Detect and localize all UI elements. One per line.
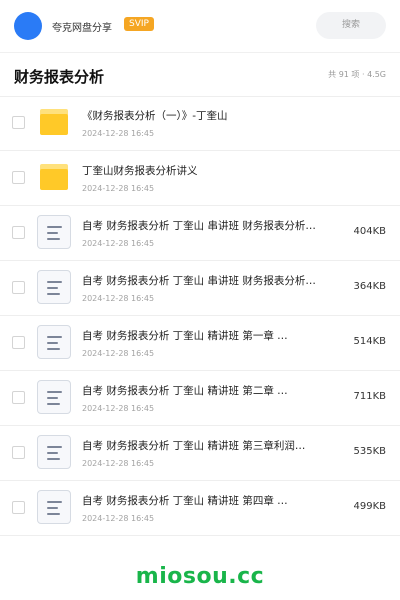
file-name: 自考 财务报表分析 丁奎山 精讲班 第三章利润… <box>82 440 306 452</box>
folder-icon <box>40 109 68 135</box>
list-item[interactable]: 自考 财务报表分析 丁奎山 精讲班 第四章 … 2024-12-28 16:45… <box>0 481 400 536</box>
folder-header: 财务报表分析 共 91 项 · 4.5G <box>0 52 400 97</box>
document-icon <box>37 215 71 249</box>
page: 夸克网盘分享 SVIP 搜索 财务报表分析 共 91 项 · 4.5G 《财务报… <box>0 0 400 600</box>
file-date: 2024-12-28 16:45 <box>82 349 155 358</box>
file-size: 499KB <box>353 501 386 512</box>
search-input[interactable]: 搜索 <box>316 12 386 39</box>
folder-icon <box>40 164 68 190</box>
document-icon <box>37 270 71 304</box>
file-size: 404KB <box>353 226 386 237</box>
avatar[interactable] <box>14 12 42 40</box>
file-size: 514KB <box>353 336 386 347</box>
list-item[interactable]: 自考 财务报表分析 丁奎山 精讲班 第三章利润… 2024-12-28 16:4… <box>0 426 400 481</box>
top-bar: 夸克网盘分享 SVIP 搜索 <box>0 0 400 53</box>
document-icon <box>37 325 71 359</box>
list-item[interactable]: 《财务报表分析（一）》-丁奎山 2024-12-28 16:45 <box>0 96 400 151</box>
page-title: 财务报表分析 <box>14 68 105 86</box>
list-item[interactable]: 丁奎山财务报表分析讲义 2024-12-28 16:45 <box>0 151 400 206</box>
file-size: 711KB <box>353 391 386 402</box>
watermark: miosou.cc <box>135 564 265 589</box>
file-name: 自考 财务报表分析 丁奎山 精讲班 第二章 … <box>82 385 288 397</box>
file-date: 2024-12-28 16:45 <box>82 129 155 138</box>
list-item[interactable]: 自考 财务报表分析 丁奎山 串讲班 财务报表分析… 2024-12-28 16:… <box>0 261 400 316</box>
file-name: 自考 财务报表分析 丁奎山 串讲班 财务报表分析… <box>82 220 316 232</box>
list-item[interactable]: 自考 财务报表分析 丁奎山 串讲班 财务报表分析… 2024-12-28 16:… <box>0 206 400 261</box>
file-name: 自考 财务报表分析 丁奎山 精讲班 第一章 … <box>82 330 288 342</box>
file-date: 2024-12-28 16:45 <box>82 294 155 303</box>
select-checkbox[interactable] <box>12 171 25 184</box>
document-icon <box>37 435 71 469</box>
select-checkbox[interactable] <box>12 226 25 239</box>
file-date: 2024-12-28 16:45 <box>82 239 155 248</box>
file-name: 自考 财务报表分析 丁奎山 串讲班 财务报表分析… <box>82 275 316 287</box>
document-icon <box>37 490 71 524</box>
select-checkbox[interactable] <box>12 446 25 459</box>
select-checkbox[interactable] <box>12 116 25 129</box>
file-list: 《财务报表分析（一）》-丁奎山 2024-12-28 16:45 丁奎山财务报表… <box>0 96 400 536</box>
svip-badge: SVIP <box>124 17 154 31</box>
list-item[interactable]: 自考 财务报表分析 丁奎山 精讲班 第二章 … 2024-12-28 16:45… <box>0 371 400 426</box>
user-name: 夸克网盘分享 <box>52 23 112 34</box>
file-date: 2024-12-28 16:45 <box>82 514 155 523</box>
list-item[interactable]: 自考 财务报表分析 丁奎山 精讲班 第一章 … 2024-12-28 16:45… <box>0 316 400 371</box>
select-checkbox[interactable] <box>12 501 25 514</box>
file-name: 《财务报表分析（一）》-丁奎山 <box>82 110 228 122</box>
select-checkbox[interactable] <box>12 281 25 294</box>
select-checkbox[interactable] <box>12 336 25 349</box>
select-checkbox[interactable] <box>12 391 25 404</box>
file-date: 2024-12-28 16:45 <box>82 459 155 468</box>
file-date: 2024-12-28 16:45 <box>82 404 155 413</box>
document-icon <box>37 380 71 414</box>
file-name: 自考 财务报表分析 丁奎山 精讲班 第四章 … <box>82 495 288 507</box>
file-name: 丁奎山财务报表分析讲义 <box>82 165 198 177</box>
file-size: 535KB <box>353 446 386 457</box>
file-size: 364KB <box>353 281 386 292</box>
folder-summary: 共 91 项 · 4.5G <box>328 70 386 79</box>
file-date: 2024-12-28 16:45 <box>82 184 155 193</box>
